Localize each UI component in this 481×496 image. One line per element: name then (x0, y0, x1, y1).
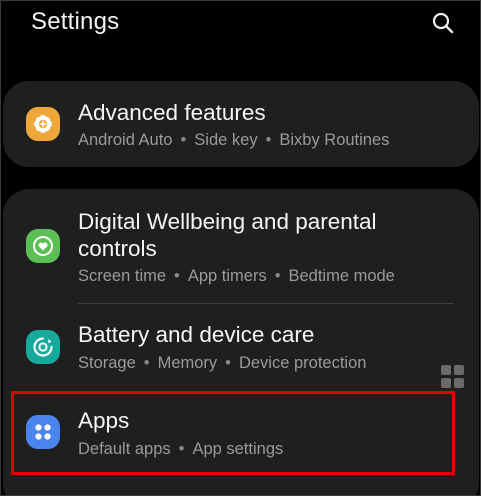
separator-dot: • (143, 354, 150, 372)
apps-icon (26, 415, 60, 449)
settings-item-digital-wellbeing[interactable]: Digital Wellbeing and parental controls … (3, 189, 479, 303)
settings-screen: Settings Advanced features Android Auto … (0, 0, 481, 496)
subtitle-part: Default apps (78, 440, 171, 458)
page-title: Settings (31, 8, 120, 35)
apps-title: Apps (78, 408, 130, 433)
search-icon (432, 12, 454, 34)
separator-dot: • (265, 131, 272, 149)
wellbeing-title-line2: controls (78, 236, 157, 261)
settings-item-apps[interactable]: Apps Default apps • App settings (3, 390, 479, 476)
subtitle-part: App settings (192, 440, 284, 458)
subtitle-part: App timers (187, 267, 267, 285)
search-button[interactable] (427, 7, 459, 39)
wellbeing-title-line1: Digital Wellbeing and parental (78, 209, 377, 234)
subtitle-part: Side key (194, 131, 258, 149)
separator-dot: • (178, 440, 185, 458)
device-care-icon (26, 330, 60, 364)
subtitle-part: Bedtime mode (288, 267, 395, 285)
settings-card-group: Digital Wellbeing and parental controls … (3, 189, 479, 495)
advanced-features-icon (26, 107, 60, 141)
settings-item-advanced-features[interactable]: Advanced features Android Auto • Side key •… (3, 81, 479, 167)
grid-square (441, 378, 451, 388)
apps-subtitle: Default apps • App settings (78, 439, 283, 459)
wellbeing-icon (26, 229, 60, 263)
subtitle-part: Memory (157, 354, 218, 372)
settings-item-battery-device-care[interactable]: Battery and device care Storage • Memory • D… (3, 304, 479, 390)
subtitle-part: Screen time (78, 267, 167, 285)
subtitle-part: Android Auto (78, 131, 173, 149)
advanced-features-subtitle: Android Auto • Side key • Bixby Routines (78, 130, 389, 150)
separator-dot: • (180, 131, 187, 149)
separator-dot: • (225, 354, 231, 372)
subtitle-part: Storage (78, 354, 136, 372)
floating-apps-grid-button[interactable] (441, 365, 465, 389)
wellbeing-subtitle: Screen time • App timers • Bedtime mode (78, 266, 395, 286)
separator-dot: • (274, 267, 281, 285)
subtitle-part: Device protection (238, 354, 367, 372)
separator-dot: • (174, 267, 180, 285)
grid-square (454, 378, 464, 388)
grid-square (441, 365, 451, 375)
battery-device-care-title: Battery and device care (78, 322, 315, 347)
app-header: Settings (1, 1, 480, 49)
grid-square (454, 365, 464, 375)
battery-device-care-subtitle: Storage • Memory • Device protection (78, 353, 366, 373)
settings-card-advanced: Advanced features Android Auto • Side key •… (3, 81, 479, 167)
subtitle-part: Bixby Routines (279, 131, 390, 149)
advanced-features-title: Advanced features (78, 100, 266, 125)
